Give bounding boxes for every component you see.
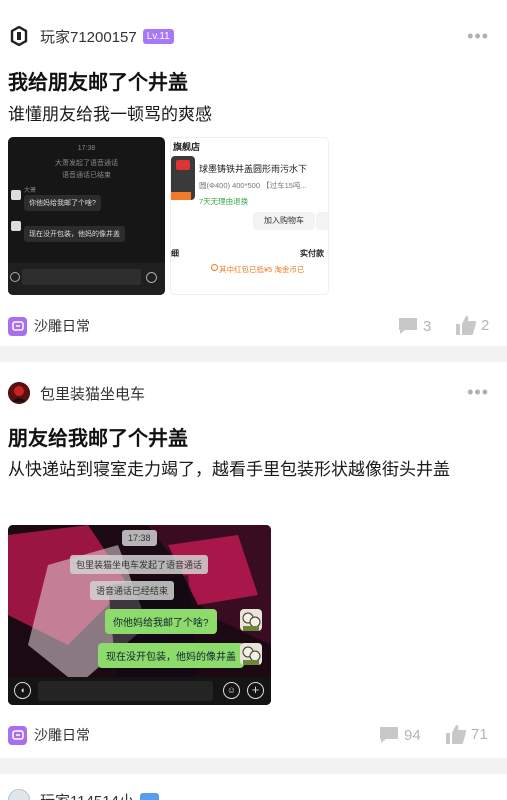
voice-icon[interactable]: ◖ <box>14 682 31 699</box>
post-card-3[interactable]: 玩家114514小 <box>0 774 507 800</box>
more-options-icon[interactable]: ••• <box>467 382 489 403</box>
post-header: 包里装猫坐电车 <box>8 382 145 404</box>
post-header: 玩家114514小 <box>8 789 160 800</box>
chat-avatar <box>240 609 262 631</box>
plus-icon[interactable]: + <box>247 682 264 699</box>
emoji-icon <box>146 272 157 283</box>
emoji-icon[interactable]: ☺ <box>223 682 240 699</box>
post-card-2[interactable]: 包里装猫坐电车 ••• 朋友给我邮了个井盖 从快递站到寝室走力竭了，越看手里包装… <box>0 362 507 758</box>
post-image-chat[interactable]: 17:38 大萧发起了语音通话 语音通话已结束 大萧 你他妈给我邮了个啥? 现在… <box>8 137 165 295</box>
product-name: 球墨铸铁井盖圆形雨污水下 <box>199 164 308 174</box>
topic-tag[interactable]: 沙雕日常 <box>8 316 90 336</box>
like-count: 2 <box>481 317 490 334</box>
username[interactable]: 包里装猫坐电车 <box>40 383 145 404</box>
chat-input-field[interactable] <box>38 681 213 701</box>
chat-message: 现在没开包装，他妈的像井盖 <box>24 226 125 242</box>
add-to-cart-button[interactable]: 加入购物车 <box>253 212 315 230</box>
chat-message: 你他妈给我邮了个啥? <box>24 195 101 211</box>
username[interactable]: 玩家114514小 <box>40 790 134 800</box>
chat-message: 现在没开包装，他妈的像井盖 <box>98 643 244 668</box>
comment-icon <box>380 727 398 743</box>
chat-avatar <box>11 221 21 231</box>
avatar[interactable] <box>8 25 30 47</box>
chat-time: 17:38 <box>122 530 157 546</box>
like-button[interactable]: 71 <box>445 724 488 745</box>
level-badge <box>139 792 160 800</box>
logo-icon <box>10 26 28 46</box>
topic-tag[interactable]: 沙雕日常 <box>8 725 90 745</box>
post-body[interactable]: 从快递站到寝室走力竭了，越看手里包装形状越像街头井盖 <box>8 455 493 484</box>
thumbs-up-icon <box>456 316 477 335</box>
chat-avatar <box>240 643 262 665</box>
post-image-shop[interactable]: 旗舰店 球墨铸铁井盖圆形雨污水下 圆(Φ400) 400*500 【过车15吨.… <box>170 137 329 295</box>
chat-system-message: 语音通话已结束 <box>62 172 111 179</box>
comment-icon <box>399 318 417 334</box>
return-policy: 7天无理由退换 <box>199 197 249 206</box>
chat-input-bar <box>8 263 165 295</box>
post-title[interactable]: 朋友给我邮了个井盖 <box>8 422 188 451</box>
post-title[interactable]: 我给朋友邮了个井盖 <box>8 66 188 95</box>
chat-message: 你他妈给我邮了个啥? <box>105 609 217 634</box>
chat-sender-label: 大萧 <box>24 188 37 194</box>
comment-count: 3 <box>423 317 432 335</box>
comment-button[interactable]: 3 <box>397 316 431 336</box>
topic-label: 沙雕日常 <box>34 727 90 743</box>
avatar[interactable] <box>8 789 30 800</box>
voice-icon <box>10 272 20 282</box>
topic-icon <box>8 725 27 745</box>
chat-system-message: 大萧发起了语音通话 <box>55 160 118 167</box>
comment-button[interactable]: 94 <box>378 725 421 745</box>
thumbs-up-icon <box>446 725 467 744</box>
like-button[interactable]: 2 <box>455 315 489 336</box>
chat-input-bar: ◖ ☺ + <box>8 677 271 705</box>
username[interactable]: 玩家71200157 <box>40 26 137 47</box>
qty-label: 细 <box>171 249 179 258</box>
chat-system-message: 语音通话已经结束 <box>90 581 175 600</box>
product-spec: 圆(Φ400) 400*500 【过车15吨... <box>199 181 307 190</box>
post-image-chat[interactable]: 17:38 包里装猫坐电车发起了语音通话 语音通话已经结束 你他妈给我邮了个啥?… <box>8 525 271 705</box>
more-options-icon[interactable]: ••• <box>467 26 489 47</box>
topic-icon <box>8 316 27 336</box>
paid-label: 实付款 <box>300 249 324 258</box>
store-name: 旗舰店 <box>173 142 201 152</box>
post-card-1[interactable]: 玩家71200157 Lv.11 ••• 我给朋友邮了个井盖 谁懂朋友给我一顿骂… <box>0 0 507 346</box>
level-badge: Lv.11 <box>142 28 174 44</box>
chat-system-message: 包里装猫坐电车发起了语音通话 <box>70 555 209 574</box>
product-thumbnail <box>171 156 195 200</box>
topic-label: 沙雕日常 <box>34 318 90 334</box>
post-body[interactable]: 谁懂朋友给我一顿骂的爽感 <box>8 100 493 129</box>
comment-count: 94 <box>404 726 421 744</box>
discount-note: 其中红包已抵¥5 淘金币已 <box>219 265 305 274</box>
avatar[interactable] <box>8 382 30 404</box>
chat-avatar <box>11 190 21 200</box>
post-header: 玩家71200157 Lv.11 <box>8 25 174 47</box>
chat-time: 17:38 <box>77 145 96 152</box>
like-count: 71 <box>471 726 488 743</box>
